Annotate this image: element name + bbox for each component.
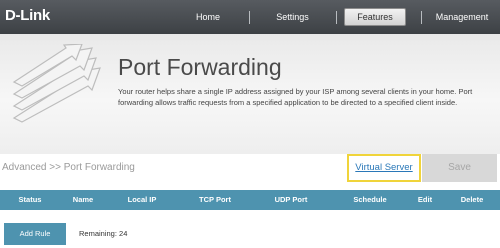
nav-features[interactable]: Features bbox=[344, 8, 406, 26]
page-description: Your router helps share a single IP addr… bbox=[118, 87, 473, 107]
column-header-tcp-port: TCP Port bbox=[199, 195, 231, 204]
rules-table-header: Status Name Local IP TCP Port UDP Port S… bbox=[0, 190, 500, 210]
dlink-logo: D-Link bbox=[5, 7, 50, 24]
column-header-delete: Delete bbox=[460, 195, 484, 204]
virtual-server-link[interactable]: Virtual Server bbox=[347, 154, 421, 182]
top-header: D-Link Home Settings Features Management bbox=[0, 0, 500, 34]
nav-settings[interactable]: Settings bbox=[265, 8, 320, 26]
port-forwarding-arrows-icon bbox=[12, 44, 101, 123]
page-title: Port Forwarding bbox=[118, 54, 282, 80]
nav-separator bbox=[421, 11, 422, 24]
nav-home[interactable]: Home bbox=[183, 8, 233, 26]
hero-banner: Port Forwarding Your router helps share … bbox=[0, 34, 500, 154]
column-header-status: Status bbox=[18, 195, 42, 204]
breadcrumb: Advanced >> Port Forwarding bbox=[2, 162, 135, 173]
column-header-schedule: Schedule bbox=[353, 195, 387, 204]
nav-management[interactable]: Management bbox=[428, 8, 496, 26]
add-rule-button[interactable]: Add Rule bbox=[4, 223, 66, 245]
save-button[interactable]: Save bbox=[422, 154, 497, 182]
nav-separator bbox=[249, 11, 250, 24]
nav-separator bbox=[336, 11, 337, 24]
column-header-name: Name bbox=[72, 195, 94, 204]
column-header-local-ip: Local IP bbox=[127, 195, 157, 204]
column-header-edit: Edit bbox=[417, 195, 433, 204]
remaining-count: Remaining: 24 bbox=[79, 229, 128, 238]
column-header-udp-port: UDP Port bbox=[274, 195, 308, 204]
toolbar-row: Advanced >> Port Forwarding Virtual Serv… bbox=[0, 154, 500, 182]
